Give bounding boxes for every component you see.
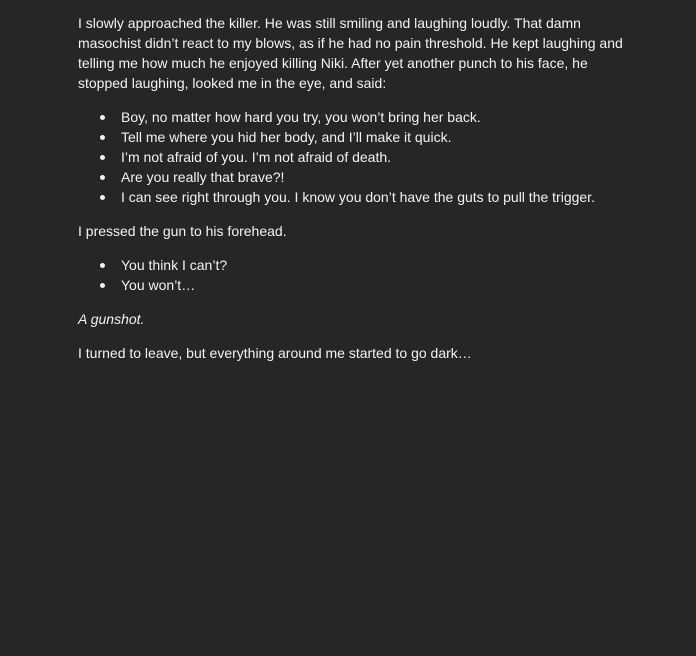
document-body: I slowly approached the killer. He was s… [78,13,638,363]
list-item: I can see right through you. I know you … [78,187,638,207]
intro-paragraph: I slowly approached the killer. He was s… [78,15,623,91]
list-item: You won’t… [78,275,638,295]
list-item-text: I’m not afraid of you. I’m not afraid of… [121,149,392,165]
list-item-text: Tell me where you hid her body, and I’ll… [121,129,452,145]
list-item: Boy, no matter how hard you try, you won… [78,107,638,127]
list-item-text: You think I can’t? [121,257,228,273]
bullet-icon [100,135,105,140]
list-item-text: I can see right through you. I know you … [121,189,595,205]
bullet-icon [100,263,105,268]
bullet-icon [100,283,105,288]
dialogue-list-exchange: You think I can’t? You won’t… [78,255,638,295]
mid-paragraph: I pressed the gun to his forehead. [78,223,287,239]
list-item: I’m not afraid of you. I’m not afraid of… [78,147,638,167]
list-item-text: You won’t… [121,277,196,293]
bullet-icon [100,175,105,180]
list-item-text: Are you really that brave?! [121,169,285,185]
bullet-icon [100,115,105,120]
list-item-text: Boy, no matter how hard you try, you won… [121,109,481,125]
bullet-icon [100,155,105,160]
ending-paragraph: I turned to leave, but everything around… [78,345,472,361]
list-item: You think I can’t? [78,255,638,275]
bullet-icon [100,195,105,200]
document-page: I slowly approached the killer. He was s… [0,0,696,656]
dialogue-list-killer: Boy, no matter how hard you try, you won… [78,107,638,207]
gunshot-paragraph: A gunshot. [78,311,145,327]
list-item: Are you really that brave?! [78,167,638,187]
list-item: Tell me where you hid her body, and I’ll… [78,127,638,147]
